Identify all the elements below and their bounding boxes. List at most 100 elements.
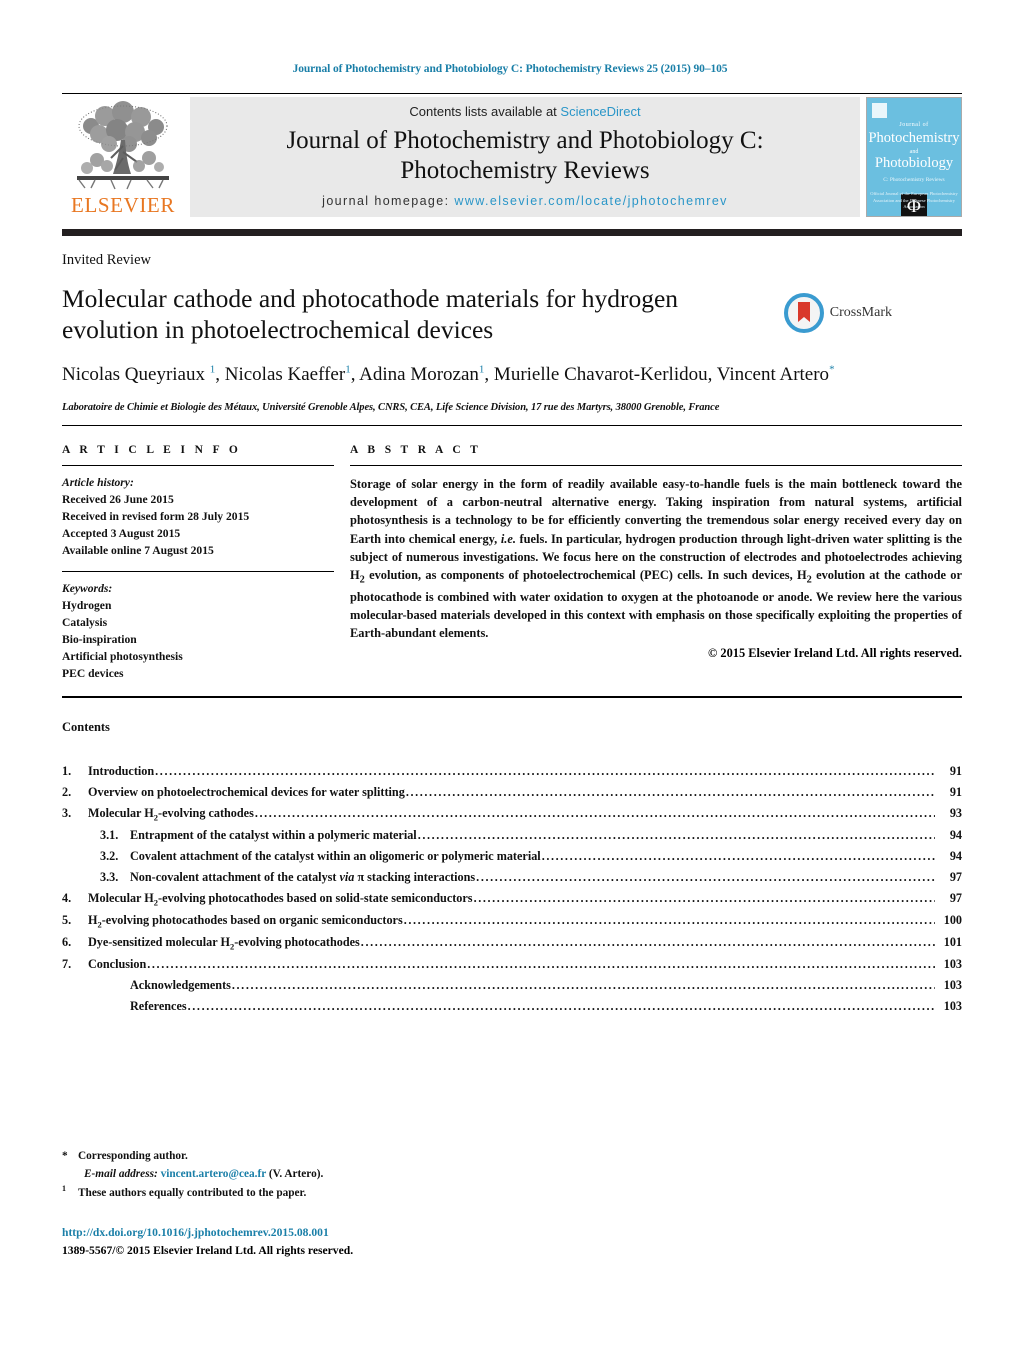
email-suffix: (V. Artero). (268, 1167, 324, 1180)
toc-dot-leader: ........................................… (473, 891, 935, 906)
toc-entry[interactable]: 3.3. Non-covalent attachment of the catal… (62, 867, 962, 888)
equal-contribution-note: 1 These authors equally contributed to th… (62, 1183, 962, 1202)
toc-entry-label[interactable]: Entrapment of the catalyst within a poly… (130, 825, 417, 846)
doi-block: http://dx.doi.org/10.1016/j.jphotochemre… (62, 1224, 962, 1259)
abstract-bottom-rule (62, 696, 962, 699)
keyword-item: Catalysis (62, 616, 108, 630)
toc-dot-leader: ........................................… (360, 935, 935, 950)
article-history-label: Article history: (62, 475, 134, 489)
email-note: E-mail address: vincent.artero@cea.fr (V… (62, 1166, 962, 1184)
journal-masthead: ELSEVIER Contents lists available at Sci… (62, 93, 962, 223)
corresponding-text: Corresponding author. (78, 1150, 188, 1162)
toc-entry[interactable]: 1. Introduction..........................… (62, 761, 962, 782)
journal-homepage-link[interactable]: www.elsevier.com/locate/jphotochemrev (454, 194, 727, 208)
masthead-divider-bar (62, 229, 962, 236)
crossmark-badge[interactable]: CrossMark (762, 293, 892, 333)
toc-entry-page: 103 (943, 999, 962, 1014)
toc-entry-number: 6. (62, 935, 72, 950)
abstract-rule (350, 464, 962, 466)
toc-entry-page: 97 (949, 870, 962, 885)
toc-entry-page: 101 (943, 935, 962, 950)
sciencedirect-link[interactable]: ScienceDirect (560, 104, 640, 119)
doi-link[interactable]: http://dx.doi.org/10.1016/j.jphotochemre… (62, 1224, 962, 1241)
toc-entry-number: 1. (62, 764, 72, 779)
toc-entry-label[interactable]: Acknowledgements (130, 975, 231, 996)
keyword-item: Artificial photosynthesis (62, 650, 183, 664)
toc-dot-leader: ........................................… (476, 870, 935, 885)
toc-entry[interactable]: References..............................… (62, 996, 962, 1017)
toc-entry[interactable]: 2. Overview on photoelectrochemical devic… (62, 782, 962, 803)
toc-entry[interactable]: Acknowledgements........................… (62, 975, 962, 996)
elsevier-wordmark: ELSEVIER (71, 193, 175, 217)
journal-title: Journal of Photochemistry and Photobiolo… (286, 126, 763, 185)
toc-entry-page: 97 (949, 891, 962, 906)
email-label: E-mail address: (84, 1167, 158, 1180)
history-item: Received 26 June 2015 (62, 492, 174, 506)
corresponding-author-note: * Corresponding author. (62, 1148, 962, 1166)
toc-entry-number: 5. (62, 913, 72, 928)
toc-dot-leader: ........................................… (403, 913, 935, 928)
toc-entry-label[interactable]: Non-covalent attachment of the catalyst … (130, 867, 475, 888)
elsevier-logo: ELSEVIER (62, 94, 184, 223)
toc-entry[interactable]: 3.2. Covalent attachment of the catalyst … (62, 846, 962, 867)
cover-footer-text: Official Journal of the European Photoch… (870, 190, 958, 210)
toc-entry[interactable]: 3. Molecular H2-evolving cathodes........… (62, 803, 962, 825)
info-abstract-section: A R T I C L E I N F O Article history: R… (62, 444, 962, 682)
crossmark-icon (783, 293, 824, 333)
toc-entry[interactable]: 6. Dye-sensitized molecular H2-evolving p… (62, 932, 962, 954)
cover-title-line2: Photobiology (874, 155, 954, 171)
article-header: Invited Review Molecular cathode and pho… (62, 252, 962, 413)
toc-dot-leader: ........................................… (147, 957, 935, 972)
toc-entry-label[interactable]: Dye-sensitized molecular H2-evolving pho… (88, 932, 360, 954)
journal-cover-thumbnail[interactable]: Journal of Photochemistry and Photobiolo… (866, 97, 962, 217)
toc-dot-leader: ........................................… (405, 785, 935, 800)
keyword-item: PEC devices (62, 667, 124, 681)
toc-entry-page: 93 (949, 806, 962, 821)
toc-entry-label[interactable]: Covalent attachment of the catalyst with… (130, 846, 541, 867)
toc-entry[interactable]: 3.1. Entrapment of the catalyst within a … (62, 825, 962, 846)
article-type-label: Invited Review (62, 252, 151, 268)
toc-entry-page: 100 (943, 913, 962, 928)
toc-entry[interactable]: 7. Conclusion............................… (62, 954, 962, 975)
toc-entry-label[interactable]: Overview on photoelectrochemical devices… (88, 782, 405, 803)
toc-dot-leader: ........................................… (417, 828, 935, 843)
issn-copyright-line: 1389-5567/© 2015 Elsevier Ireland Ltd. A… (62, 1243, 354, 1257)
toc-entry-number: 4. (62, 891, 72, 906)
toc-entry-number: 3. (62, 806, 72, 821)
crossmark-label: CrossMark (829, 305, 892, 320)
equal-marker: 1 (62, 1184, 66, 1193)
toc-entry-label[interactable]: Molecular H2-evolving photocathodes base… (88, 888, 473, 910)
running-head: Journal of Photochemistry and Photobiolo… (292, 63, 728, 75)
journal-title-line1: Journal of Photochemistry and Photobiolo… (286, 127, 764, 154)
toc-entry-label[interactable]: Introduction (88, 761, 154, 782)
toc-entry-number: 3.3. (100, 870, 119, 885)
email-link[interactable]: vincent.artero@cea.fr (161, 1168, 266, 1180)
history-item: Available online 7 August 2015 (62, 544, 214, 558)
journal-homepage-line: journal homepage: www.elsevier.com/locat… (322, 194, 728, 208)
cover-elsevier-icon (872, 103, 887, 118)
title-row: Molecular cathode and photocathode mater… (62, 283, 962, 346)
toc-dot-leader: ........................................… (254, 806, 935, 821)
toc-entry-number: 2. (62, 785, 72, 800)
toc-entry-number: 3.1. (100, 828, 119, 843)
toc-entry-page: 94 (949, 828, 962, 843)
header-rule (62, 424, 962, 426)
abstract-column: A B S T R A C T Storage of solar energy … (350, 444, 962, 682)
article-info-heading: A R T I C L E I N F O (62, 443, 242, 456)
toc-entry[interactable]: 5. H2-evolving photocathodes based on org… (62, 910, 962, 932)
toc-entry-label[interactable]: References (130, 996, 187, 1017)
toc-dot-leader: ........................................… (541, 849, 935, 864)
toc-dot-leader: ........................................… (155, 764, 935, 779)
toc-entry-page: 103 (943, 957, 962, 972)
contents-heading: Contents (62, 720, 110, 735)
abstract-heading: A B S T R A C T (350, 443, 482, 456)
abstract-copyright: © 2015 Elsevier Ireland Ltd. All rights … (708, 646, 962, 661)
toc-entry-label[interactable]: Conclusion (88, 954, 146, 975)
table-of-contents: 1. Introduction..........................… (62, 761, 962, 1017)
toc-entry-label[interactable]: Molecular H2-evolving cathodes (88, 803, 254, 825)
contents-section: Contents 1. Introduction.................… (62, 720, 962, 1017)
article-info-rule (62, 464, 334, 466)
toc-entry-label[interactable]: H2-evolving photocathodes based on organ… (88, 910, 403, 932)
corresponding-marker: * (62, 1150, 68, 1162)
toc-entry[interactable]: 4. Molecular H2-evolving photocathodes ba… (62, 888, 962, 910)
